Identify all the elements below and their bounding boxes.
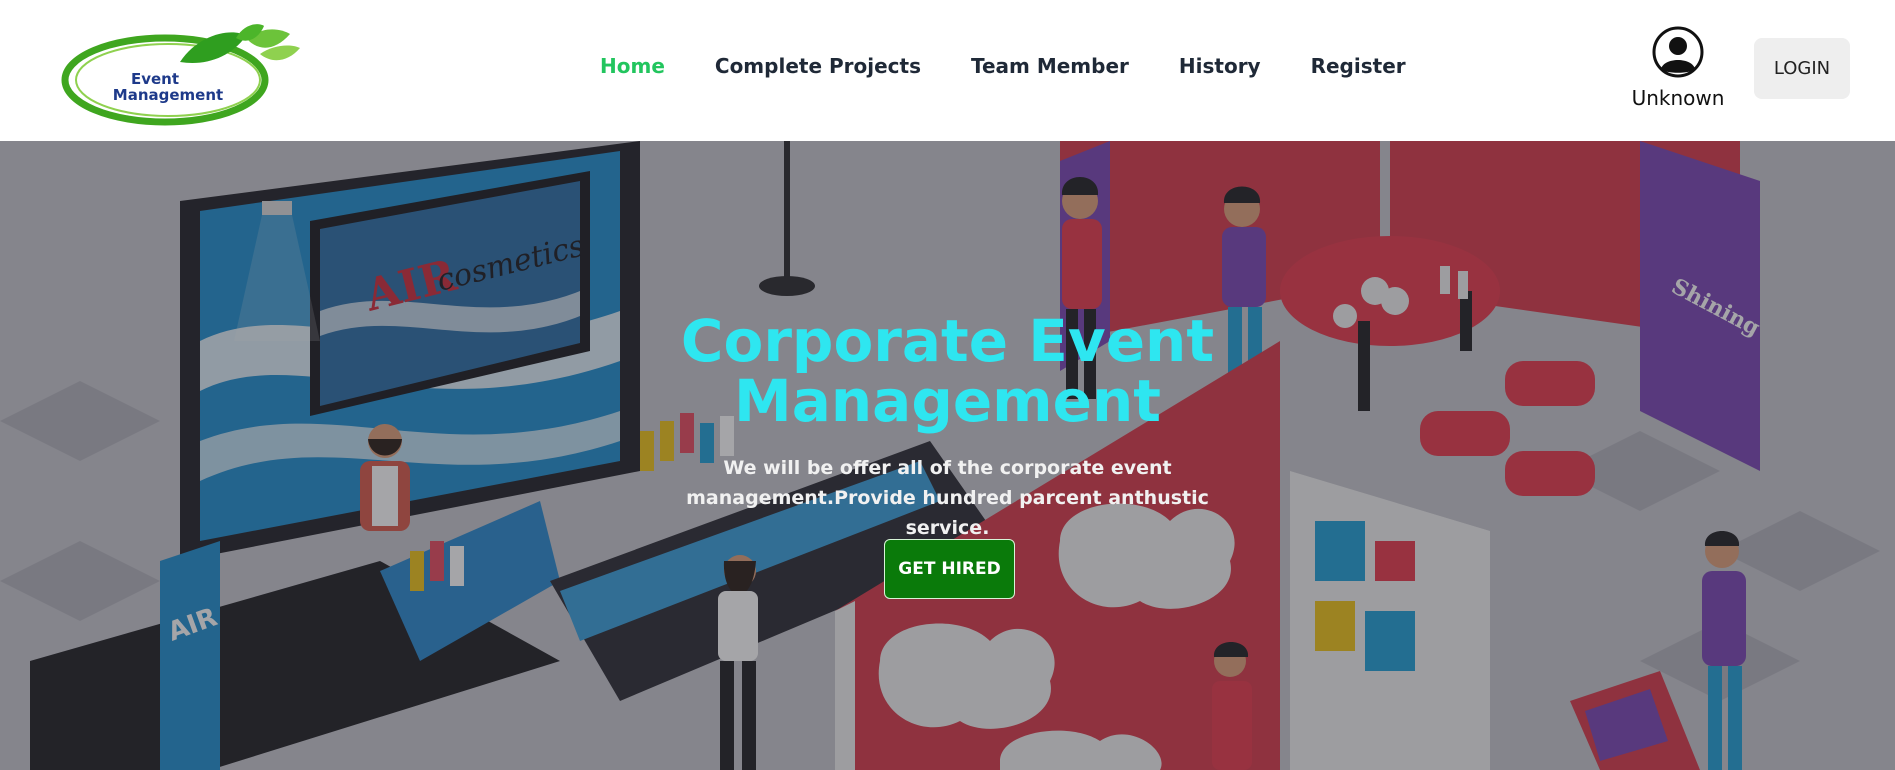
main-navigation: Home Complete Projects Team Member Histo… <box>600 54 1406 78</box>
hero-subtitle: We will be offer all of the corporate ev… <box>686 457 1209 539</box>
nav-home[interactable]: Home <box>600 54 665 78</box>
site-header: Event Management Home Complete Projects … <box>0 0 1895 141</box>
nav-history[interactable]: History <box>1179 54 1261 78</box>
hero-title: Corporate Event Management <box>680 307 1215 435</box>
user-name: Unknown <box>1631 86 1725 110</box>
nav-register[interactable]: Register <box>1311 54 1406 78</box>
nav-complete-projects[interactable]: Complete Projects <box>715 54 921 78</box>
get-hired-button[interactable]: GET HIRED <box>884 539 1015 599</box>
user-profile[interactable]: Unknown <box>1620 26 1736 110</box>
logo-graphic: Event Management <box>61 24 300 126</box>
logo-text-management: Management <box>113 86 223 104</box>
login-button[interactable]: LOGIN <box>1754 38 1850 99</box>
nav-team-member[interactable]: Team Member <box>971 54 1129 78</box>
event-management-logo[interactable]: Event Management <box>60 22 300 128</box>
user-avatar-icon <box>1652 26 1704 78</box>
hero-banner: AIR cosmetics AIR Shining Corporate Even… <box>0 141 1895 770</box>
